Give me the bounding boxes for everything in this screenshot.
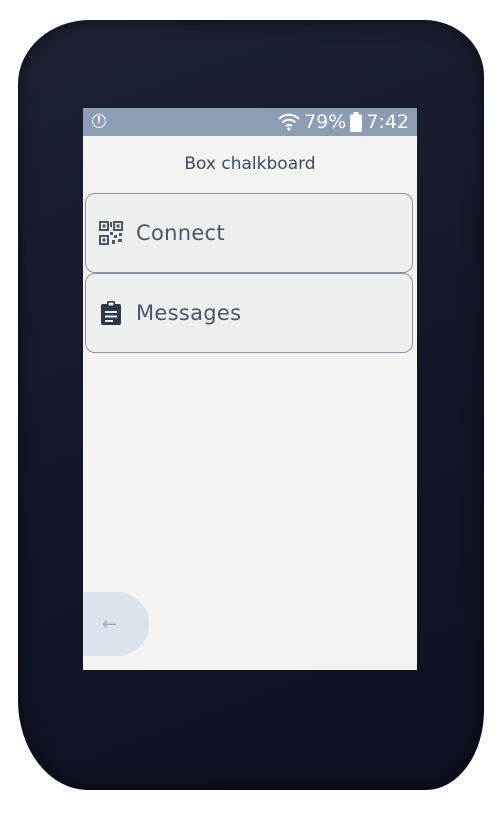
battery-percent: 79% [304,111,347,133]
qr-code-icon [98,220,124,246]
photo-scene: ! 79% 7:42 Box chalkboard Connect Messag… [0,0,500,819]
alert-circle-icon: ! [92,114,106,128]
back-arrow-icon: ← [101,613,117,635]
device-screen: ! 79% 7:42 Box chalkboard Connect Messag… [83,108,417,670]
messages-label: Messages [136,301,242,325]
back-button[interactable]: ← [83,592,149,656]
wifi-icon [278,113,300,131]
clock-time: 7:42 [366,111,409,133]
connect-label: Connect [136,221,225,245]
messages-button[interactable]: Messages [85,273,413,353]
battery-icon [350,112,363,132]
page-title: Box chalkboard [184,154,316,174]
clipboard-icon [98,300,124,326]
connect-button[interactable]: Connect [85,193,413,273]
status-bar: ! 79% 7:42 [83,108,417,136]
status-indicators: 79% 7:42 [278,111,409,133]
